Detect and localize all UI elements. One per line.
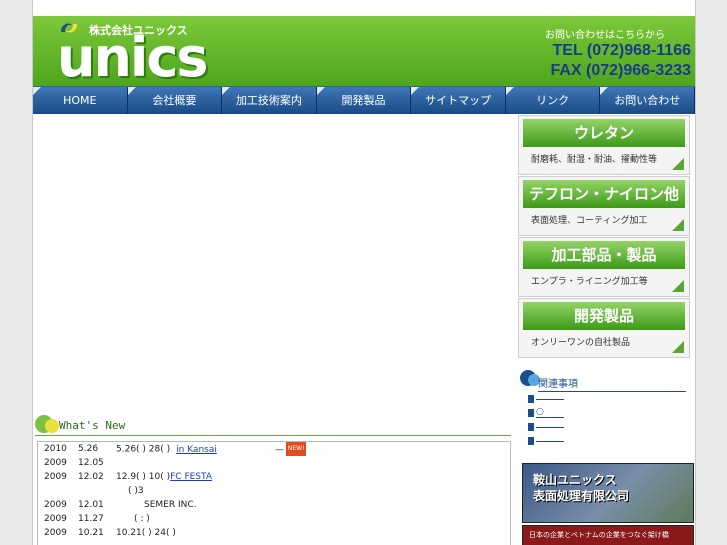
news-date: 10.21 xyxy=(78,528,104,538)
product-title: ウレタン xyxy=(523,119,685,147)
arrow-icon xyxy=(672,341,684,353)
nav-home[interactable]: HOME xyxy=(33,87,128,114)
news-year: 2010 xyxy=(44,444,67,454)
news-year: 2009 xyxy=(44,458,67,468)
news-row: 2009 11.27 ( : ) xyxy=(38,512,510,526)
news-date: 5.26 xyxy=(78,444,99,454)
logo-wordmark[interactable]: unics xyxy=(57,30,209,86)
whats-new-title: What's New xyxy=(59,419,126,432)
related-link[interactable] xyxy=(528,422,678,436)
anshan-unics-banner[interactable]: 鞍山ユニックス 表面処理有限公司 xyxy=(522,463,694,523)
related-link[interactable] xyxy=(528,436,678,450)
new-badge: NEW! xyxy=(285,442,307,456)
news-date: 11.27 xyxy=(78,514,104,524)
top-strip xyxy=(33,0,695,16)
related-link[interactable]: ○ xyxy=(528,408,678,422)
news-text: ( )3 xyxy=(128,486,144,496)
nav-sitemap[interactable]: サイトマップ xyxy=(411,87,506,114)
news-row: 2009 12.01 SEMER INC. xyxy=(38,498,510,512)
news-text: 12.9( ) 10( ) xyxy=(116,472,171,482)
news-row: 2009 12.02 12.9( ) 10( )FC FESTA xyxy=(38,470,510,484)
news-date: 12.05 xyxy=(78,458,104,468)
news-row: 2010 5.26 5.26( ) 28( ) in Kansai — NEW! xyxy=(44,442,307,456)
news-row: 2009 12.05 xyxy=(38,456,510,470)
product-button-development[interactable]: 開発製品 オンリーワンの自社製品 xyxy=(518,298,690,358)
news-row: 2009 10.21 10.21( ) 24( ) xyxy=(38,526,510,540)
news-date: 12.02 xyxy=(78,472,104,482)
main-content: What's New 2010 5.26 5.26( ) 28( ) in Kan… xyxy=(33,113,513,545)
news-link[interactable]: in Kansai xyxy=(176,445,217,455)
news-year: 2009 xyxy=(44,528,67,538)
news-link[interactable]: FC FESTA xyxy=(170,472,212,482)
nav-links[interactable]: リンク xyxy=(505,87,601,114)
banner-text: 鞍山ユニックス 表面処理有限公司 xyxy=(533,473,630,503)
vietnam-banner[interactable]: 日本の企業とベトナムの企業をつなぐ架け橋 xyxy=(522,525,694,545)
page: 株式会社ユニックス unics お問い合わせはこちらから TEL (072)96… xyxy=(32,0,696,545)
site-header: 株式会社ユニックス unics お問い合わせはこちらから TEL (072)96… xyxy=(33,16,695,86)
related-title: 関連事項 xyxy=(538,375,686,392)
bullet-icon xyxy=(45,419,59,433)
product-title: テフロン・ナイロン他 xyxy=(523,180,685,208)
related-link[interactable] xyxy=(528,394,678,408)
arrow-icon xyxy=(672,219,684,231)
product-button-urethane[interactable]: ウレタン 耐磨耗、耐湿・耐油、擢動性等 xyxy=(518,115,690,175)
news-year: 2009 xyxy=(44,500,67,510)
whats-new-header: What's New xyxy=(35,415,511,436)
related-list: ○ xyxy=(528,394,678,450)
news-text: ( : ) xyxy=(134,514,150,524)
news-year: 2009 xyxy=(44,472,67,482)
nav-products[interactable]: 開発製品 xyxy=(316,87,412,114)
product-button-teflon[interactable]: テフロン・ナイロン他 表面処理、コーティング加工 xyxy=(518,176,690,236)
contact-label: お問い合わせはこちらから xyxy=(545,30,665,41)
phone-number: TEL (072)968-1166 xyxy=(552,42,691,59)
arrow-icon xyxy=(672,280,684,292)
nav-company[interactable]: 会社概要 xyxy=(127,87,223,114)
product-button-parts[interactable]: 加工部品・製品 エンプラ・ライニング加工等 xyxy=(518,237,690,297)
product-subtitle: 表面処理、コーティング加工 xyxy=(531,216,648,226)
product-subtitle: 耐磨耗、耐湿・耐油、擢動性等 xyxy=(531,155,658,165)
news-list: 2010 5.26 5.26( ) 28( ) in Kansai — NEW! 20… xyxy=(37,441,511,545)
product-title: 加工部品・製品 xyxy=(523,241,685,269)
fax-number: FAX (072)966-3233 xyxy=(550,62,691,79)
news-text: 5.26( ) 28( ) xyxy=(116,444,171,455)
product-subtitle: オンリーワンの自社製品 xyxy=(531,338,631,348)
news-year: 2009 xyxy=(44,514,67,524)
main-nav: HOME 会社概要 加工技術案内 開発製品 サイトマップ リンク お問い合わせ xyxy=(33,86,695,114)
news-row-continued: ( )3 xyxy=(38,484,510,498)
nav-technology[interactable]: 加工技術案内 xyxy=(222,87,317,114)
news-date: 12.01 xyxy=(78,500,104,510)
news-text: SEMER INC. xyxy=(144,500,197,510)
product-subtitle: エンプラ・ライニング加工等 xyxy=(531,277,648,287)
nav-contact[interactable]: お問い合わせ xyxy=(600,87,695,114)
product-title: 開発製品 xyxy=(523,302,685,330)
banner-text: 日本の企業とベトナムの企業をつなぐ架け橋 xyxy=(529,531,669,539)
news-text: 10.21( ) 24( ) xyxy=(116,528,176,538)
arrow-icon xyxy=(672,158,684,170)
